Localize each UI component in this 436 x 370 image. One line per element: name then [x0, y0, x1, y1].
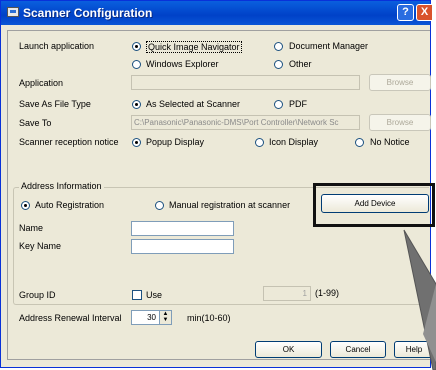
callout-pointer-arrow [403, 229, 436, 370]
